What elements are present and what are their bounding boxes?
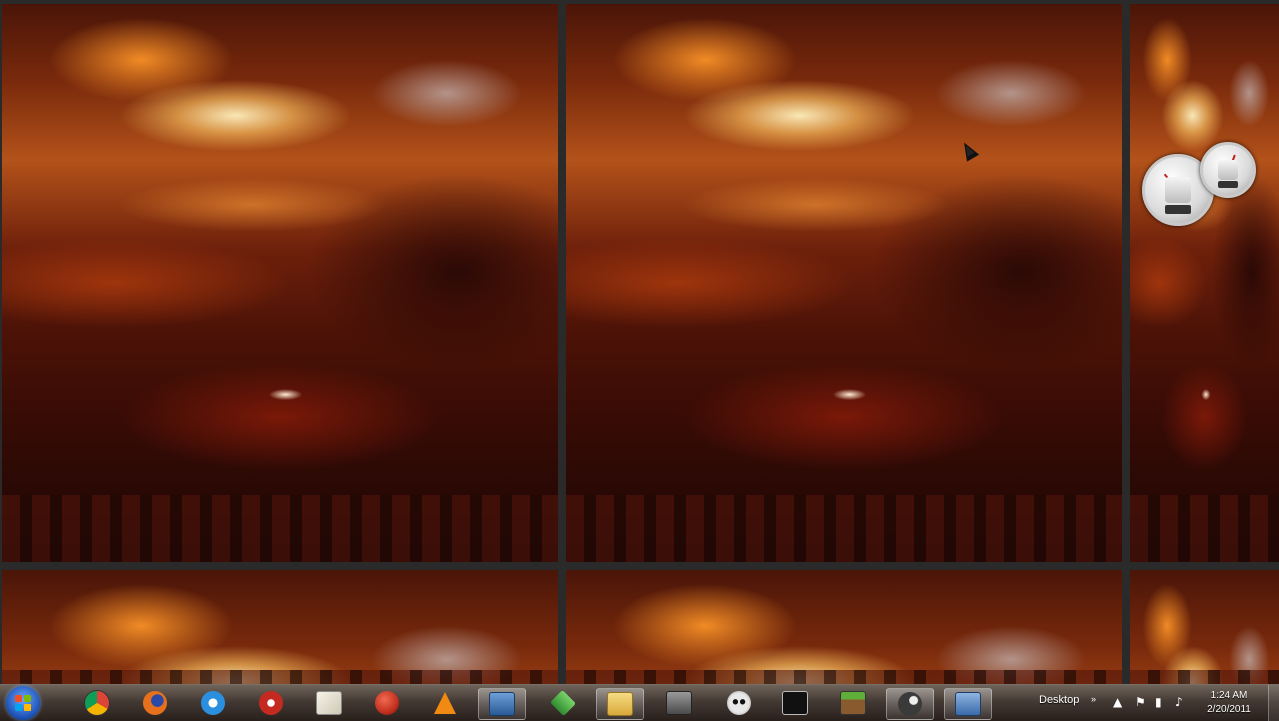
green-stack-app-icon [549, 689, 577, 717]
show-desktop-button[interactable] [1268, 685, 1279, 721]
volume-icon[interactable]: ♪ [1175, 696, 1183, 708]
power-icon[interactable]: ▮ [1155, 696, 1162, 708]
cpu-meter-gadget[interactable] [1140, 142, 1260, 232]
memory-gauge-face [1218, 160, 1238, 180]
wallpaper-tile [1130, 570, 1279, 684]
windows-logo-icon [15, 695, 31, 711]
window-app-icon [489, 692, 515, 716]
desktop-toolbar-label[interactable]: Desktop [1039, 694, 1079, 706]
cpu-readout [1164, 204, 1192, 214]
skull-app-icon [727, 691, 751, 715]
minecraft-icon [840, 691, 866, 715]
start-button[interactable] [6, 686, 40, 720]
taskbar-internet-explorer-button[interactable] [190, 688, 236, 718]
chrome-icon [85, 691, 109, 715]
red-circle-app-icon [375, 691, 399, 715]
taskbar-vlc-button[interactable] [422, 688, 468, 718]
wallpaper-tile [2, 570, 558, 684]
wallpaper-tile [566, 4, 1122, 562]
taskbar-minecraft-button[interactable] [830, 688, 876, 718]
wallpaper-tile [2, 4, 558, 562]
system-tray: Desktop » ▲ ⚑ ▮ ♪ 1:24 AM 2/20/2011 [1039, 685, 1279, 721]
taskbar-media-player-button[interactable] [248, 688, 294, 718]
taskbar-window-app-button[interactable] [478, 688, 526, 720]
taskbar-explorer-window-button[interactable] [944, 688, 992, 720]
taskbar-green-stack-app-button[interactable] [540, 688, 586, 718]
desktop[interactable] [0, 0, 1279, 684]
folder-icon [607, 692, 633, 716]
wallpaper-tile [1130, 4, 1279, 562]
internet-explorer-icon [201, 691, 225, 715]
taskbar-chrome-button[interactable] [74, 688, 120, 718]
taskbar: Desktop » ▲ ⚑ ▮ ♪ 1:24 AM 2/20/2011 [0, 684, 1279, 721]
clock-time: 1:24 AM [1210, 690, 1248, 701]
taskbar-terminal-button[interactable] [772, 688, 818, 718]
steam-icon [898, 692, 922, 716]
emulator-app-icon [666, 691, 692, 715]
notepad-icon [316, 691, 342, 715]
cpu-gauge-face [1164, 176, 1192, 204]
clock[interactable]: 1:24 AM 2/20/2011 [1199, 689, 1259, 717]
wallpaper-tile [566, 570, 1122, 684]
show-hidden-icons-chevron-icon[interactable]: ▲ [1113, 696, 1122, 708]
taskbar-emulator-app-button[interactable] [656, 688, 702, 718]
taskbar-steam-button[interactable] [886, 688, 934, 720]
media-player-icon [259, 691, 283, 715]
memory-readout [1218, 181, 1238, 188]
vlc-icon [434, 692, 456, 714]
taskbar-skull-app-button[interactable] [716, 688, 762, 718]
memory-gauge [1200, 142, 1256, 198]
clock-date: 2/20/2011 [1207, 704, 1251, 715]
taskbar-red-circle-app-button[interactable] [364, 688, 410, 718]
toolbar-chevron-icon[interactable]: » [1091, 694, 1096, 704]
action-center-flag-icon[interactable]: ⚑ [1135, 696, 1146, 708]
taskbar-folder-button[interactable] [596, 688, 644, 720]
taskbar-notepad-button[interactable] [306, 688, 352, 718]
terminal-icon [782, 691, 808, 715]
taskbar-firefox-button[interactable] [132, 688, 178, 718]
firefox-icon [143, 691, 167, 715]
explorer-window-icon [955, 692, 981, 716]
